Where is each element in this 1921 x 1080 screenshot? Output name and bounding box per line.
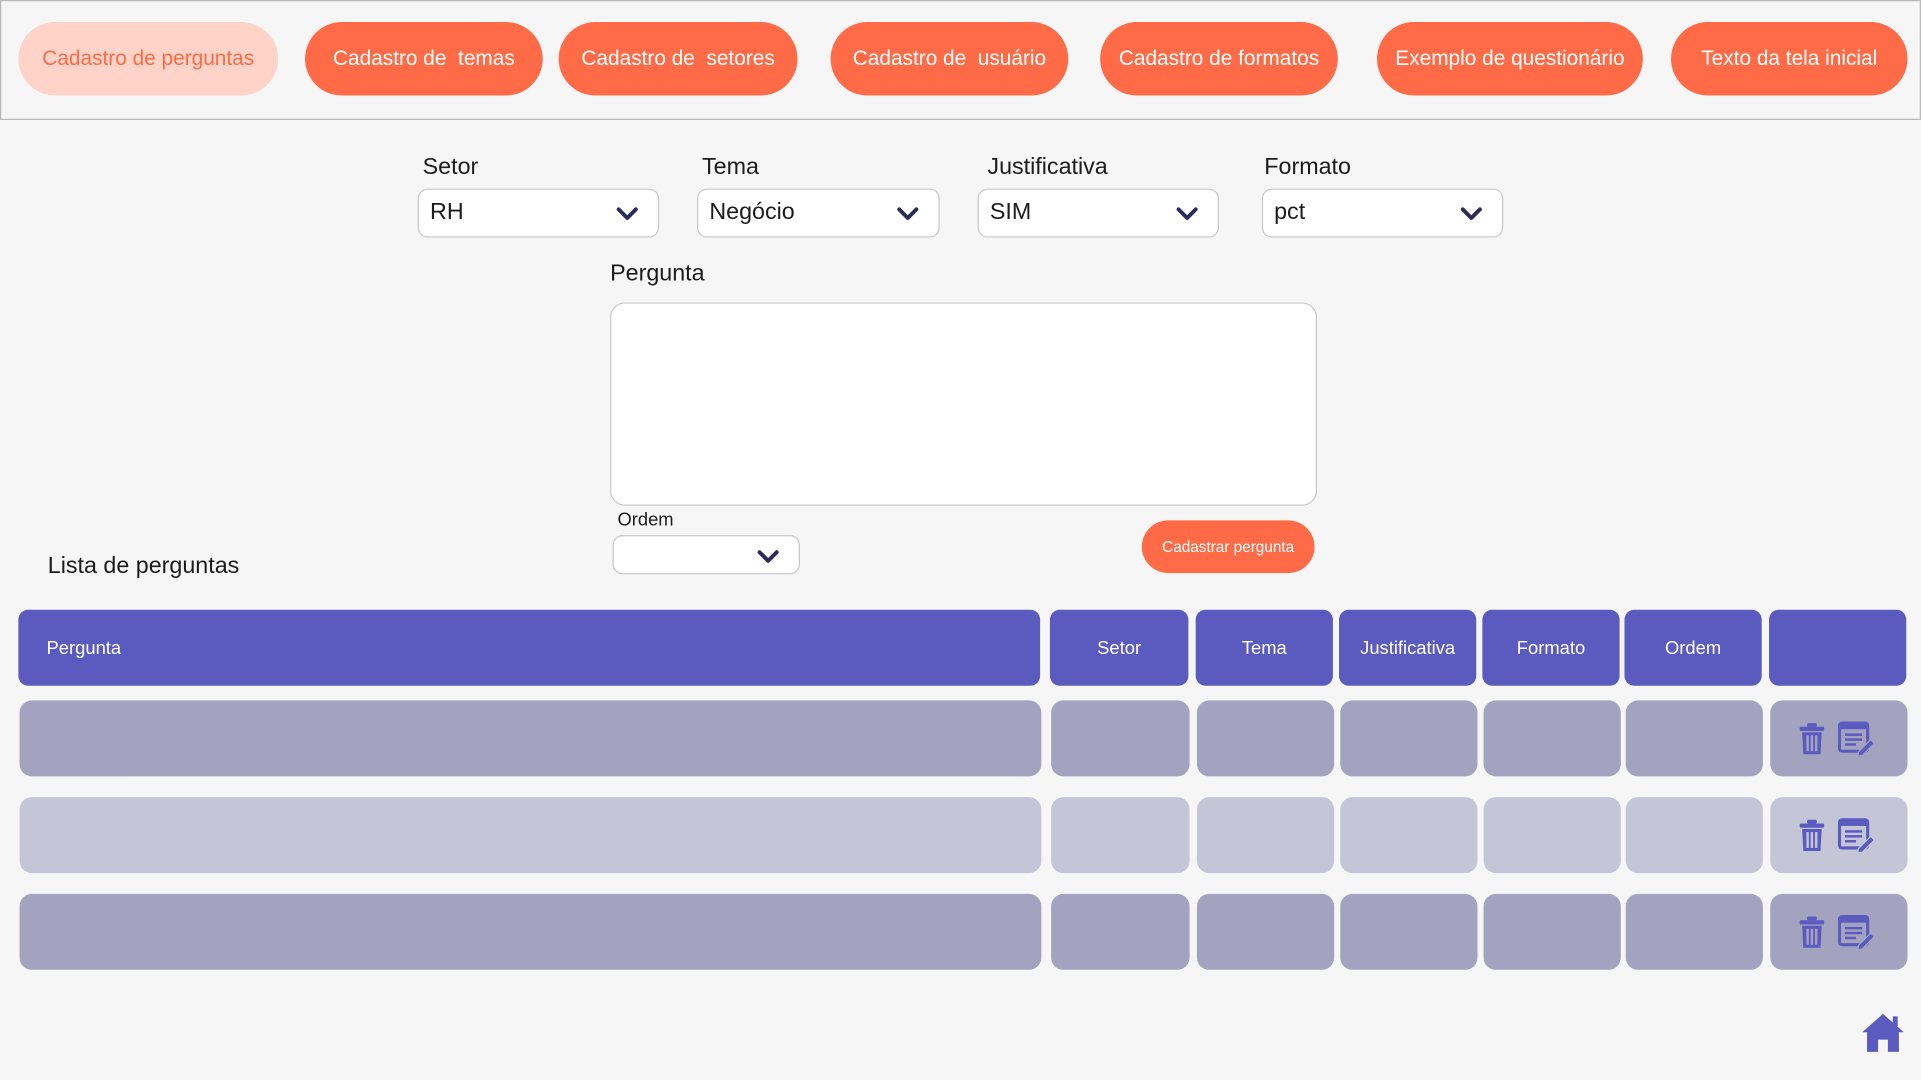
formato-select[interactable]: pct <box>1261 188 1504 238</box>
nav-cadastro-perguntas[interactable]: Cadastro de perguntas <box>18 22 279 96</box>
edit-document-icon[interactable] <box>1837 817 1875 854</box>
formato-value: pct <box>1274 199 1306 226</box>
edit-document-icon[interactable] <box>1837 720 1875 757</box>
trash-icon[interactable] <box>1798 722 1825 755</box>
nav-exemplo-questionario[interactable]: Exemplo de questionário <box>1377 22 1643 96</box>
cell-pergunta <box>19 700 1042 777</box>
justificativa-select[interactable]: SIM <box>977 188 1219 238</box>
cell-tema <box>1196 700 1335 777</box>
row-actions <box>1798 720 1875 757</box>
column-header-formato: Formato <box>1482 609 1620 686</box>
cell-formato <box>1483 893 1621 970</box>
cell-ordem <box>1625 700 1763 777</box>
lista-perguntas-title: Lista de perguntas <box>47 553 240 580</box>
cell-ordem <box>1625 797 1763 874</box>
tema-label: Tema <box>701 154 759 181</box>
justificativa-label: Justificativa <box>987 154 1108 181</box>
row-actions <box>1798 817 1875 854</box>
trash-icon[interactable] <box>1798 819 1825 852</box>
nav-cadastro-temas[interactable]: Cadastro de temas <box>305 22 543 96</box>
ordem-select[interactable] <box>612 535 800 575</box>
cell-pergunta <box>19 893 1042 970</box>
chevron-down-icon <box>616 207 638 220</box>
formato-label: Formato <box>1264 154 1351 181</box>
column-header-tema: Tema <box>1195 609 1333 686</box>
pergunta-textarea[interactable] <box>610 302 1317 506</box>
setor-select[interactable]: RH <box>417 188 660 238</box>
ordem-label: Ordem <box>617 509 674 531</box>
cell-pergunta <box>19 797 1042 874</box>
tema-select[interactable]: Negócio <box>697 188 940 238</box>
cell-justificativa <box>1340 700 1478 777</box>
top-nav-bar: Cadastro de perguntas Cadastro de temas … <box>0 0 1921 121</box>
cadastrar-pergunta-button[interactable]: Cadastrar pergunta <box>1141 520 1315 574</box>
home-icon[interactable] <box>1861 1013 1905 1053</box>
cell-setor <box>1051 700 1190 777</box>
nav-cadastro-setores[interactable]: Cadastro de setores <box>558 22 798 96</box>
column-header-pergunta: Pergunta <box>18 609 1041 686</box>
justificativa-value: SIM <box>989 199 1032 226</box>
pergunta-label: Pergunta <box>610 260 705 287</box>
trash-icon[interactable] <box>1798 915 1825 948</box>
cell-ordem <box>1625 893 1763 970</box>
cell-formato <box>1483 700 1621 777</box>
chevron-down-icon <box>897 207 919 220</box>
chevron-down-icon <box>1176 207 1198 220</box>
cell-tema <box>1196 797 1335 874</box>
cell-setor <box>1051 893 1190 970</box>
column-header-justificativa: Justificativa <box>1339 609 1477 686</box>
setor-value: RH <box>430 199 464 226</box>
cell-tema <box>1196 893 1335 970</box>
nav-cadastro-formatos[interactable]: Cadastro de formatos <box>1100 22 1338 96</box>
column-header-ordem: Ordem <box>1624 609 1762 686</box>
nav-cadastro-usuario[interactable]: Cadastro de usuário <box>830 22 1069 96</box>
cell-formato <box>1483 797 1621 874</box>
cell-setor <box>1051 797 1190 874</box>
edit-document-icon[interactable] <box>1837 913 1875 951</box>
setor-label: Setor <box>422 154 479 181</box>
row-actions <box>1798 913 1875 951</box>
cell-justificativa <box>1340 893 1478 970</box>
cell-justificativa <box>1340 797 1478 874</box>
nav-texto-tela-inicial[interactable]: Texto da tela inicial <box>1671 22 1908 96</box>
column-header-actions <box>1769 609 1907 686</box>
chevron-down-icon <box>757 550 779 563</box>
tema-value: Negócio <box>709 199 795 226</box>
app-screen: Cadastro de perguntas Cadastro de temas … <box>0 0 1921 1080</box>
column-header-setor: Setor <box>1049 609 1189 686</box>
chevron-down-icon <box>1460 207 1482 220</box>
